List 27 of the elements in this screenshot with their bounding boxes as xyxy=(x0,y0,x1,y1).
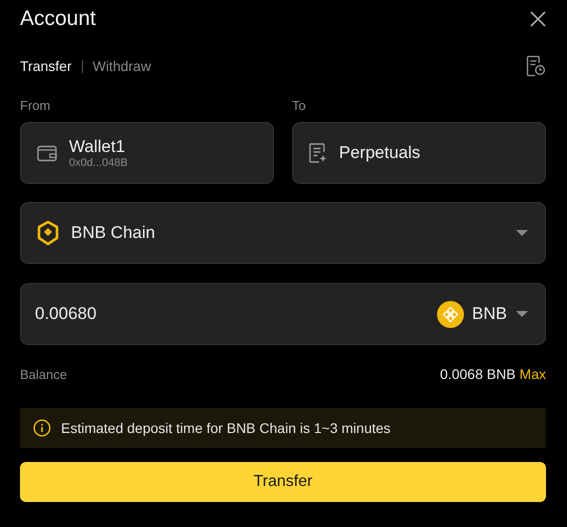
wallet-name: Wallet1 xyxy=(69,137,126,157)
chain-logo-icon xyxy=(35,220,61,246)
wallet-address: 0x0d...048B xyxy=(69,157,128,169)
tab[interactable]: Transfer xyxy=(20,58,72,74)
wallet-icon xyxy=(37,144,57,162)
caret-icon xyxy=(515,229,529,237)
amount-input[interactable]: 0.00680 xyxy=(35,304,430,324)
dialog-title: Account xyxy=(20,7,96,31)
to-account[interactable]: Perpetuals xyxy=(292,122,546,184)
from-account[interactable]: Wallet1 0x0d...048B xyxy=(20,122,274,184)
transfer-button[interactable]: Transfer xyxy=(20,462,546,502)
token-select[interactable]: BNB xyxy=(437,300,529,328)
info-icon xyxy=(33,419,51,437)
balance-label: Balance xyxy=(20,366,67,382)
coin-icon xyxy=(437,300,464,328)
field-label: To xyxy=(292,98,307,113)
balance-value: 0.0068 BNB xyxy=(440,366,516,382)
close-icon[interactable] xyxy=(530,11,546,27)
document-icon xyxy=(309,143,327,163)
field-label: From xyxy=(20,98,52,113)
caret-icon xyxy=(515,310,529,318)
network-select[interactable]: BNB Chain xyxy=(20,202,546,264)
notice-text: Estimated deposit time for BNB Chain is 1~3 minutes xyxy=(61,420,391,436)
tab[interactable]: Withdraw xyxy=(92,58,151,74)
max-link[interactable]: Max xyxy=(520,366,546,382)
account-name: Perpetuals xyxy=(339,143,420,163)
history-icon[interactable] xyxy=(526,55,546,77)
